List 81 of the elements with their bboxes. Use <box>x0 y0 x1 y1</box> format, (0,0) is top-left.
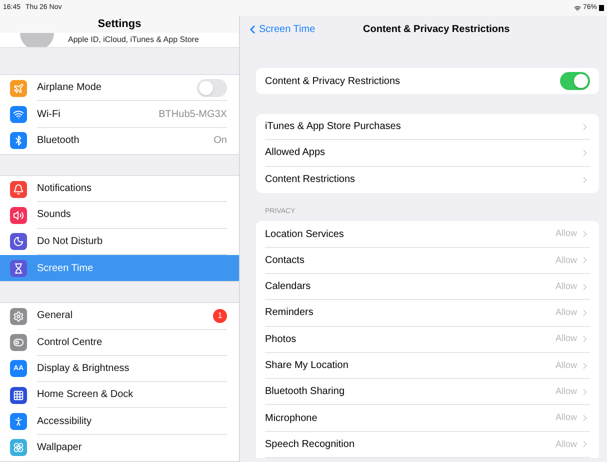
airplane-icon <box>10 80 27 97</box>
row-value: Allow <box>555 411 577 424</box>
sidebar-item[interactable]: Control Centre <box>0 330 239 356</box>
sidebar-item[interactable]: Bluetooth On <box>0 128 239 154</box>
item-label: Notifications <box>37 182 92 196</box>
row-label: Location Services <box>265 228 344 242</box>
row-label: Calendars <box>265 280 311 294</box>
sidebar-item[interactable]: Sounds <box>0 202 239 229</box>
bluetooth-icon <box>10 132 27 150</box>
row-label: Share My Location <box>265 359 348 374</box>
item-value: BTHub5-MG3X <box>158 108 227 122</box>
settings-row[interactable]: Location Services Allow <box>265 221 590 248</box>
item-label: Airplane Mode <box>37 81 102 96</box>
item-label: Wi-Fi <box>37 108 60 122</box>
gear-icon <box>10 308 27 325</box>
speaker-icon <box>10 206 27 224</box>
row-value: Allow <box>555 332 577 346</box>
sidebar-item[interactable]: Notifications <box>0 176 239 202</box>
toggle-switch[interactable] <box>560 72 590 90</box>
account-subtitle: Apple ID, iCloud, iTunes & App Store <box>68 34 199 46</box>
item-label: Wallpaper <box>37 441 82 456</box>
moon-icon <box>10 233 27 250</box>
row-value: Allow <box>555 358 577 372</box>
wifi-icon <box>10 106 27 124</box>
flower-icon <box>10 439 27 456</box>
row-value: Allow <box>555 280 577 293</box>
sidebar-item[interactable]: Wi-Fi BTHub5-MG3X <box>0 101 239 128</box>
page-title: Content & Privacy Restrictions <box>363 22 510 36</box>
row-label: Bluetooth Sharing <box>265 385 345 400</box>
battery-icon <box>599 5 604 11</box>
person-icon <box>10 413 27 430</box>
row-value: Allow <box>555 438 577 451</box>
row-label: Photos <box>265 332 296 347</box>
settings-row[interactable]: Photos Allow <box>265 326 590 353</box>
row-label: Allowed Apps <box>265 146 326 160</box>
sidebar-item[interactable]: General 1 <box>0 303 239 330</box>
row-label: Content & Privacy Restrictions <box>265 74 400 88</box>
settings-row[interactable]: Contacts Allow <box>265 248 590 274</box>
sidebar-item[interactable]: Home Screen & Dock <box>0 382 239 408</box>
sidebar-item[interactable]: Wallpaper <box>0 434 239 461</box>
item-label: Home Screen & Dock <box>37 388 134 402</box>
row-label: Speech Recognition <box>265 438 355 452</box>
sidebar-item[interactable]: Accessibility <box>0 408 239 435</box>
switch-icon <box>10 334 27 352</box>
settings-row[interactable]: Content Restrictions <box>265 166 590 193</box>
settings-row[interactable]: Calendars Allow <box>265 274 590 300</box>
settings-row[interactable]: Speech Recognition Allow <box>265 432 590 458</box>
row-value: Allow <box>555 227 577 240</box>
row-label: Content Restrictions <box>265 173 356 188</box>
item-value: On <box>214 134 227 148</box>
wifi-icon <box>574 4 581 12</box>
row-label: Reminders <box>265 306 314 320</box>
settings-row[interactable]: Bluetooth Sharing Allow <box>265 379 590 406</box>
hourglass-icon <box>10 260 27 277</box>
row-value: Allow <box>555 385 577 398</box>
item-label: Display & Brightness <box>37 362 130 376</box>
sidebar-item[interactable]: Do Not Disturb <box>0 228 239 255</box>
item-label: General <box>37 309 73 324</box>
grid-icon <box>10 386 27 404</box>
sidebar-item[interactable]: Airplane Mode <box>0 75 239 102</box>
item-label: Accessibility <box>37 414 92 429</box>
settings-row[interactable]: Microphone Allow <box>265 405 590 432</box>
notification-badge: 1 <box>213 308 227 323</box>
settings-row[interactable]: Reminders Allow <box>265 300 590 327</box>
account-row[interactable]: Apple ID, iCloud, iTunes & App Store <box>0 32 239 48</box>
toggle-switch[interactable] <box>197 78 227 97</box>
settings-row[interactable]: iTunes & App Store Purchases <box>265 114 590 140</box>
row-label: Contacts <box>265 254 304 268</box>
item-label: Do Not Disturb <box>37 234 103 249</box>
row-label: iTunes & App Store Purchases <box>265 120 401 134</box>
settings-row[interactable]: Share My Location Allow <box>265 352 590 380</box>
item-label: Control Centre <box>37 336 102 350</box>
row-value: Allow <box>555 306 577 320</box>
bell-icon <box>10 180 27 198</box>
settings-row[interactable]: Allowed Apps <box>265 140 590 167</box>
row-value: Allow <box>555 254 577 267</box>
item-label: Screen Time <box>37 262 94 276</box>
sidebar-title: Settings <box>98 17 142 32</box>
item-label: Bluetooth <box>37 134 80 148</box>
row-label: Microphone <box>265 412 318 426</box>
item-label: Sounds <box>37 208 71 222</box>
